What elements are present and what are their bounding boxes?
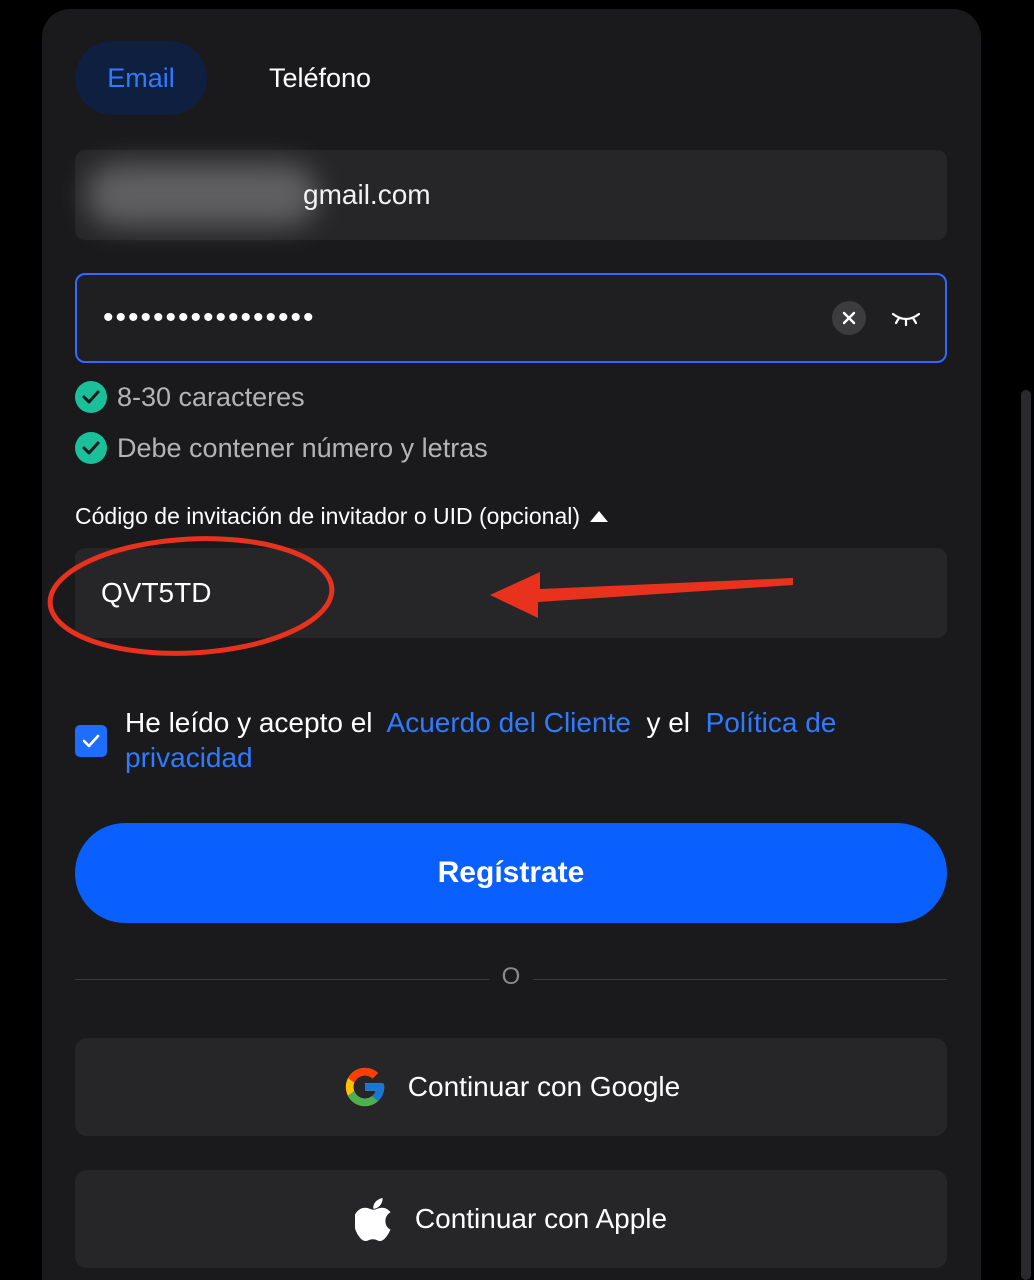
eye-closed-icon [891, 312, 921, 327]
apple-icon [354, 1198, 391, 1241]
password-rule-composition: Debe contener número y letras [75, 430, 488, 466]
toggle-password-visibility-button[interactable] [889, 303, 923, 333]
invite-code-toggle[interactable]: Código de invitación de invitador o UID … [75, 500, 609, 532]
redacted-email-blur [87, 164, 317, 226]
continue-with-apple-button[interactable]: Continuar con Apple [75, 1170, 947, 1268]
divider-line-left [75, 979, 489, 980]
terms-checkbox[interactable] [75, 725, 107, 757]
terms-agreement: He leído y acepto el Acuerdo del Cliente… [75, 705, 945, 775]
close-icon [842, 311, 856, 325]
terms-prefix: He leído y acepto el [125, 707, 373, 738]
continue-with-google-button[interactable]: Continuar con Google [75, 1038, 947, 1136]
check-circle-icon [75, 432, 107, 464]
caret-up-icon [590, 510, 609, 522]
email-value: gmail.com [303, 179, 431, 210]
terms-text: He leído y acepto el Acuerdo del Cliente… [125, 705, 945, 775]
password-rule-length: 8-30 caracteres [75, 379, 305, 415]
password-input[interactable]: ••••••••••••••••• [75, 273, 947, 363]
page: Email Teléfono gmail.com •••••••••••••••… [0, 0, 1034, 1280]
apple-button-label: Continuar con Apple [414, 1203, 668, 1234]
check-circle-icon [75, 381, 107, 413]
invite-code-label: Código de invitación de invitador o UID … [75, 502, 581, 529]
password-rule-label: 8-30 caracteres [117, 381, 305, 412]
divider-or: O [501, 963, 521, 990]
terms-joiner: y el [646, 707, 691, 738]
invite-code-input[interactable]: QVT5TD [75, 548, 947, 638]
email-input[interactable]: gmail.com [75, 150, 947, 240]
divider-line-right [533, 979, 947, 980]
password-rule-label: Debe contener número y letras [117, 432, 488, 463]
google-icon [345, 1067, 384, 1107]
clear-password-button[interactable] [832, 301, 866, 335]
invite-code-value: QVT5TD [101, 577, 212, 608]
tab-email[interactable]: Email [75, 41, 207, 115]
tab-phone[interactable]: Teléfono [230, 41, 410, 115]
scrollbar[interactable] [1021, 390, 1031, 1280]
password-value: ••••••••••••••••• [103, 301, 316, 334]
customer-agreement-link[interactable]: Acuerdo del Cliente [387, 707, 631, 738]
google-button-label: Continuar con Google [407, 1071, 681, 1102]
checkmark-icon [82, 734, 100, 748]
register-button[interactable]: Regístrate [75, 823, 947, 923]
